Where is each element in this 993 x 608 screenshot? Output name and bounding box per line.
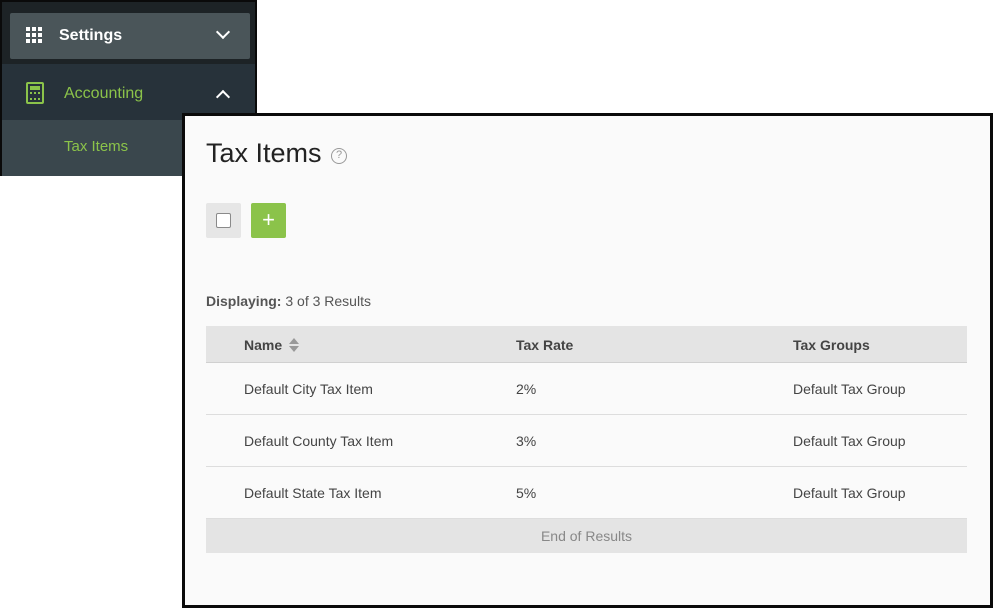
cell-name[interactable]: Default State Tax Item — [244, 485, 381, 501]
cell-name[interactable]: Default County Tax Item — [244, 433, 393, 449]
table-row[interactable]: Default City Tax Item 2% Default Tax Gro… — [206, 363, 967, 415]
tax-items-table: Name Tax Rate Tax Groups Default City Ta… — [206, 326, 967, 553]
table-header: Name Tax Rate Tax Groups — [206, 326, 967, 363]
checkbox-icon — [216, 213, 231, 228]
displaying-label: Displaying: — [206, 293, 282, 309]
sort-icon[interactable] — [289, 338, 299, 352]
calculator-icon — [26, 82, 44, 104]
table-row[interactable]: Default County Tax Item 3% Default Tax G… — [206, 415, 967, 467]
cell-tax-rate: 5% — [516, 485, 537, 501]
sidebar-item-label: Tax Items — [64, 138, 129, 155]
page-title: Tax Items — [206, 138, 322, 168]
sidebar-item-label: Accounting — [64, 85, 144, 102]
grid-icon — [26, 27, 42, 43]
results-count: Displaying: 3 of 3 Results — [206, 293, 371, 309]
main-panel: Tax Items ? + Displaying: 3 of 3 Results… — [182, 113, 993, 608]
cell-tax-rate: 2% — [516, 381, 537, 397]
table-row[interactable]: Default State Tax Item 5% Default Tax Gr… — [206, 467, 967, 519]
help-icon[interactable]: ? — [331, 148, 347, 164]
end-of-results: End of Results — [206, 519, 967, 553]
cell-tax-rate: 3% — [516, 433, 537, 449]
chevron-up-icon — [215, 89, 231, 105]
select-all-checkbox[interactable] — [206, 203, 241, 238]
cell-tax-groups: Default Tax Group — [793, 381, 906, 397]
cell-name[interactable]: Default City Tax Item — [244, 381, 373, 397]
displaying-value: 3 of 3 Results — [285, 293, 371, 309]
sidebar-item-settings[interactable]: Settings — [10, 13, 250, 59]
chevron-down-icon — [215, 24, 231, 40]
sidebar-item-label: Settings — [59, 27, 123, 44]
cell-tax-groups: Default Tax Group — [793, 485, 906, 501]
column-header-tax-rate: Tax Rate — [516, 337, 574, 353]
cell-tax-groups: Default Tax Group — [793, 433, 906, 449]
column-header-tax-groups: Tax Groups — [793, 337, 870, 353]
sidebar-item-accounting[interactable]: Accounting — [2, 64, 255, 120]
column-header-name[interactable]: Name — [244, 337, 282, 353]
add-tax-item-button[interactable]: + — [251, 203, 286, 238]
